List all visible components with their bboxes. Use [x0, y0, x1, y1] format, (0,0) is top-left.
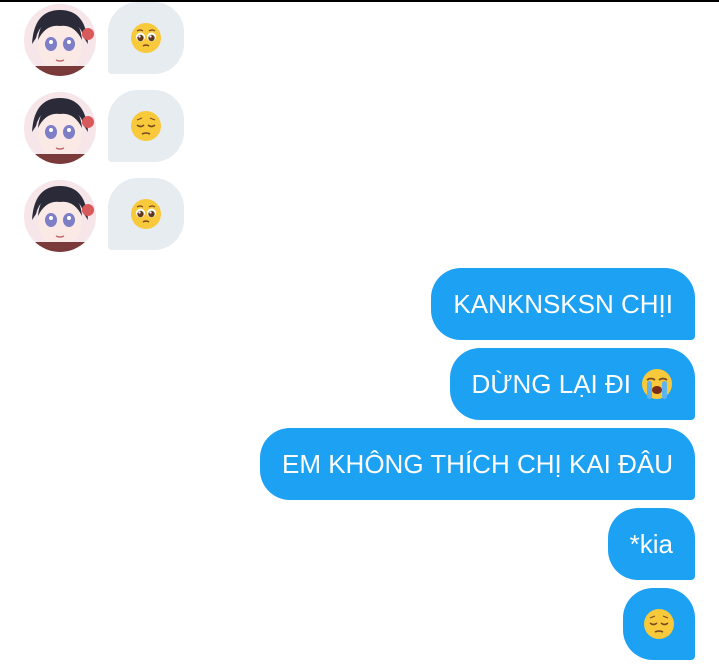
avatar[interactable]: [24, 180, 96, 252]
message-text: *kia: [629, 529, 673, 559]
message-text: KANKNSKSN CHỊI: [453, 289, 673, 319]
avatar[interactable]: [24, 92, 96, 164]
outgoing-bubble: EM KHÔNG THÍCH CHỊ KAI ĐÂU: [259, 428, 695, 500]
pensive-face-icon: [643, 608, 675, 640]
incoming-bubble: [108, 90, 184, 162]
outgoing-bubble: KANKNSKSN CHỊI: [431, 268, 695, 340]
pleading-face-icon: [130, 198, 162, 230]
incoming-message-row: [24, 2, 204, 76]
incoming-bubble: [108, 2, 184, 74]
incoming-bubble: [108, 178, 184, 250]
loudly-crying-face-icon: [641, 368, 673, 400]
incoming-message-row: [24, 90, 204, 164]
outgoing-bubble: *kia: [607, 508, 695, 580]
avatar[interactable]: [24, 4, 96, 76]
pleading-face-icon: [130, 22, 162, 54]
outgoing-bubble: [623, 588, 695, 660]
pensive-face-icon: [130, 110, 162, 142]
outgoing-bubble: DỪNG LẠI ĐI: [449, 348, 695, 420]
incoming-message-row: [24, 178, 204, 252]
message-text: DỪNG LẠI ĐI: [471, 369, 631, 399]
message-text: EM KHÔNG THÍCH CHỊ KAI ĐÂU: [281, 449, 673, 479]
